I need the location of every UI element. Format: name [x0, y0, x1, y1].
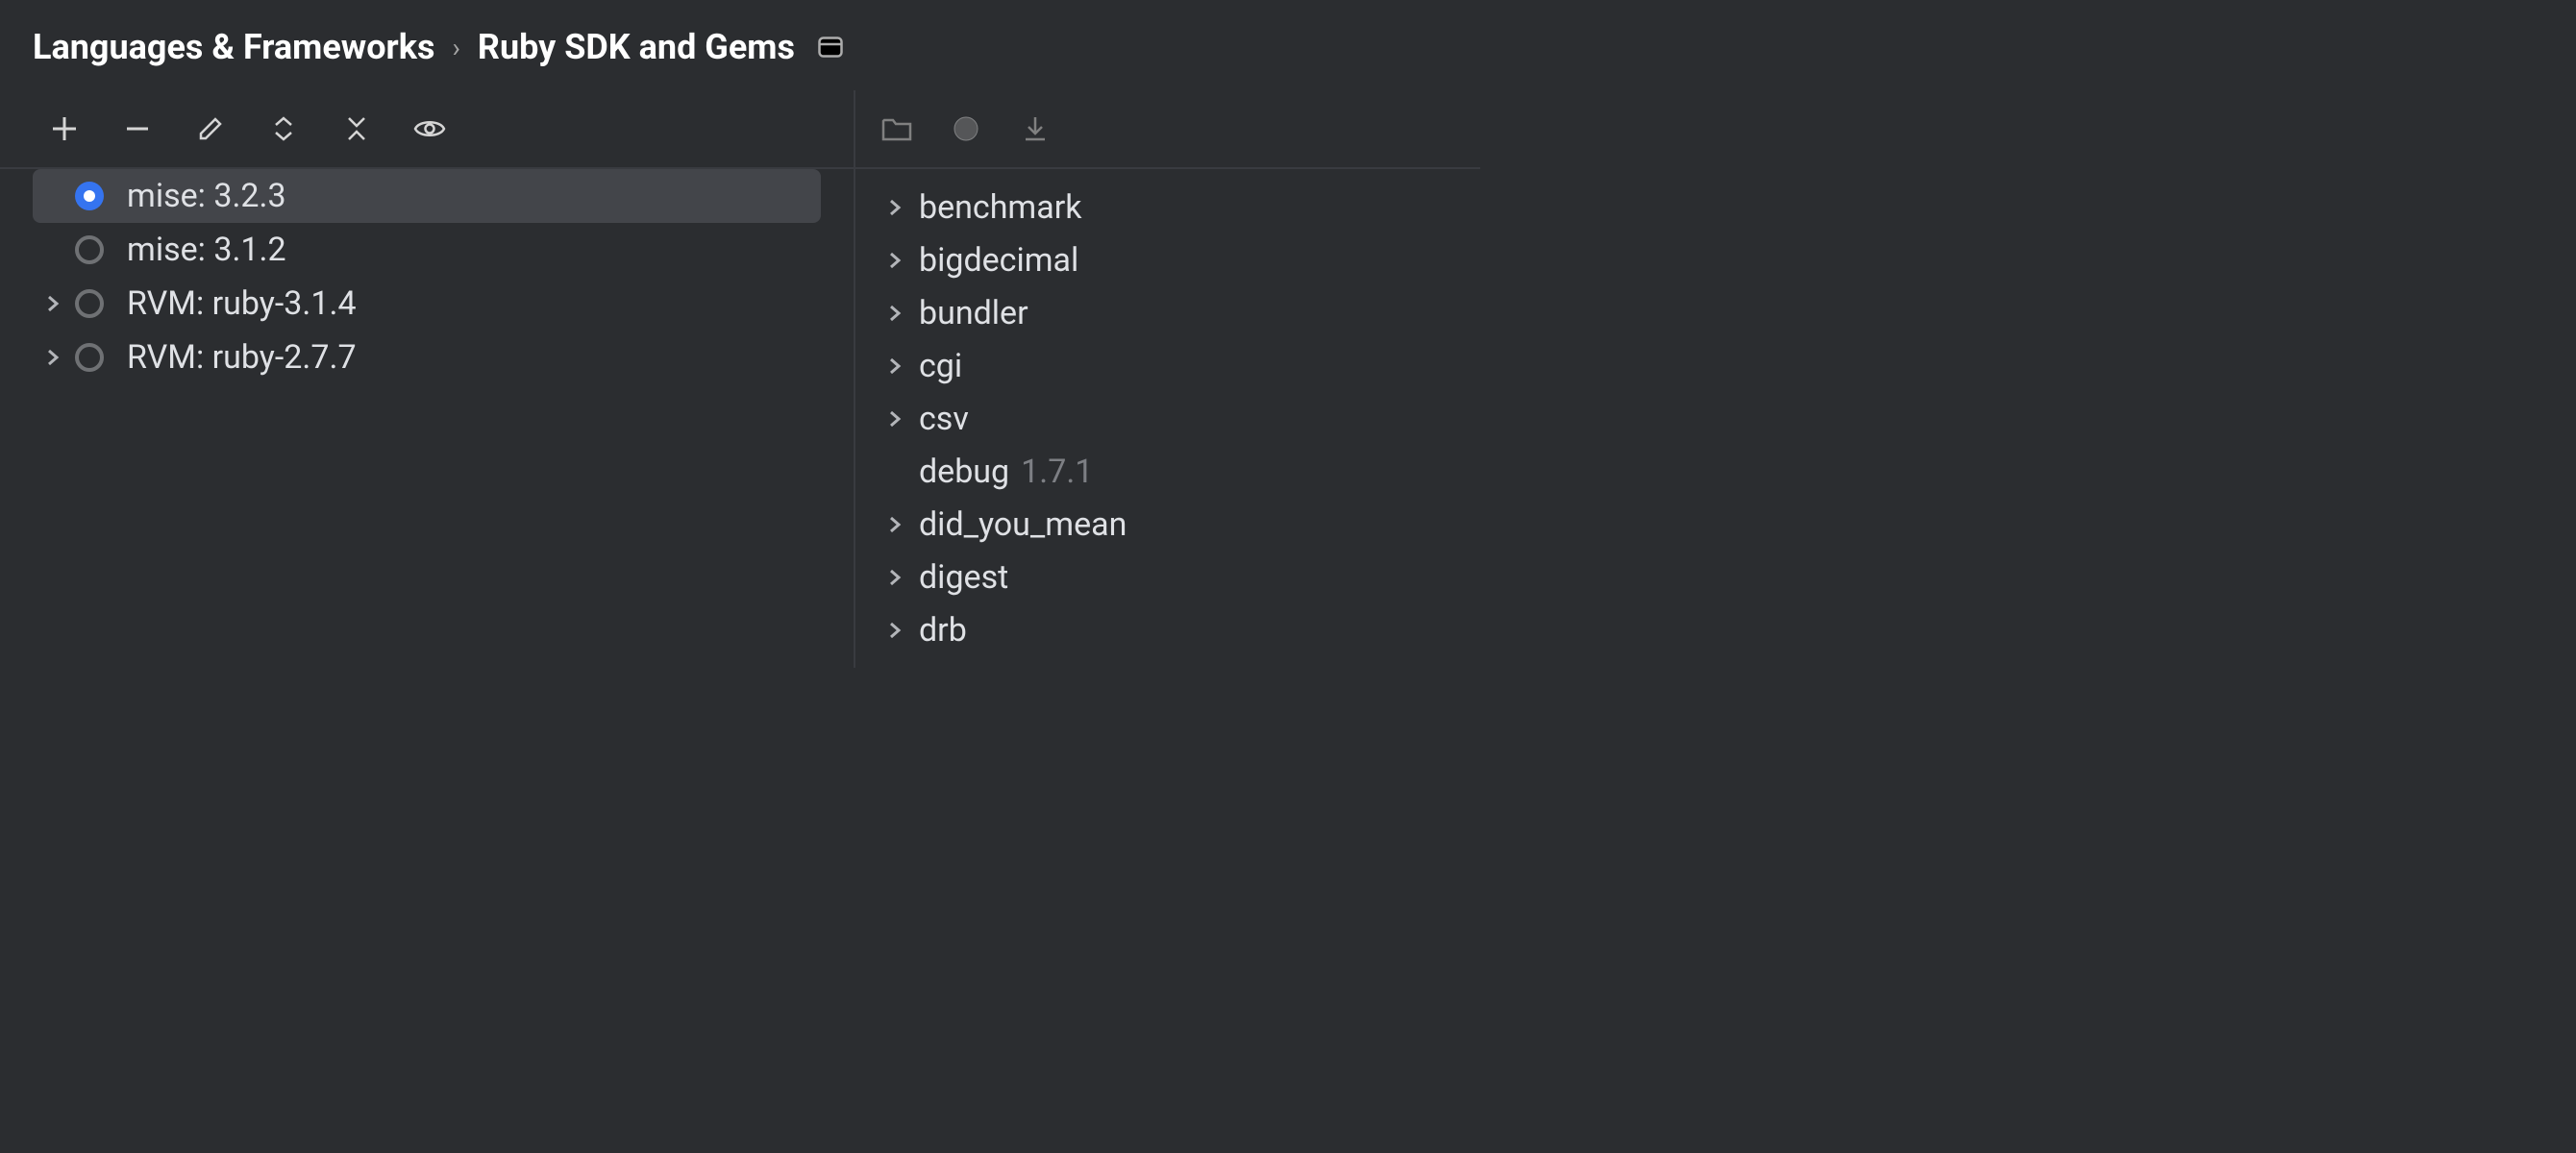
chevron-right-icon[interactable] [880, 252, 909, 269]
folder-icon[interactable] [879, 110, 915, 147]
gem-item-debug[interactable]: debug 1.7.1 [880, 445, 1480, 498]
chevron-right-icon: › [452, 32, 459, 63]
chevron-right-icon[interactable] [880, 305, 909, 322]
chevron-right-icon[interactable] [880, 569, 909, 586]
radio-unselected[interactable] [75, 289, 104, 318]
plus-icon[interactable] [46, 110, 83, 147]
gem-label: digest [919, 558, 1008, 597]
chevron-right-icon[interactable] [880, 357, 909, 375]
gem-item-csv[interactable]: csv [880, 392, 1480, 445]
gem-label: drb [919, 611, 967, 650]
gem-version: 1.7.1 [1021, 453, 1093, 491]
sdk-item-rvm-2-7-7[interactable]: RVM: ruby-2.7.7 [33, 331, 821, 384]
sdk-label: mise: 3.1.2 [127, 231, 286, 269]
chevron-right-icon[interactable] [38, 349, 67, 366]
sdk-label: mise: 3.2.3 [127, 177, 286, 215]
gem-label: cgi [919, 347, 962, 385]
radio-selected[interactable] [75, 182, 104, 210]
sdk-label: RVM: ruby-2.7.7 [127, 338, 357, 377]
breadcrumb-current: Ruby SDK and Gems [478, 27, 795, 67]
sdk-list: mise: 3.2.3 mise: 3.1.2 RVM: ruby-3.1.4 [0, 167, 854, 384]
sdk-item-rvm-3-1-4[interactable]: RVM: ruby-3.1.4 [33, 277, 821, 331]
chevron-right-icon[interactable] [880, 622, 909, 639]
sdk-label: RVM: ruby-3.1.4 [127, 284, 357, 323]
gem-item-did-you-mean[interactable]: did_you_mean [880, 498, 1480, 551]
breadcrumb-parent[interactable]: Languages & Frameworks [33, 27, 434, 67]
gem-list: benchmark bigdecimal bundler cgi csv [855, 167, 1480, 668]
circle-icon[interactable] [948, 110, 984, 147]
window-icon[interactable] [818, 37, 843, 58]
sdk-item-mise-3-1-2[interactable]: mise: 3.1.2 [33, 223, 821, 277]
collapse-vertical-icon[interactable] [338, 110, 375, 147]
minus-icon[interactable] [119, 110, 156, 147]
gems-pane: benchmark bigdecimal bundler cgi csv [855, 90, 1480, 668]
gem-item-drb[interactable]: drb [880, 603, 1480, 656]
sdk-toolbar [0, 90, 854, 167]
gem-label: bundler [919, 294, 1028, 332]
gem-item-benchmark[interactable]: benchmark [880, 181, 1480, 233]
expand-vertical-icon[interactable] [265, 110, 302, 147]
gem-item-bigdecimal[interactable]: bigdecimal [880, 233, 1480, 286]
gems-toolbar [855, 90, 1480, 167]
gem-item-cgi[interactable]: cgi [880, 339, 1480, 392]
radio-unselected[interactable] [75, 343, 104, 372]
chevron-right-icon[interactable] [880, 516, 909, 533]
sdk-pane: mise: 3.2.3 mise: 3.1.2 RVM: ruby-3.1.4 [0, 90, 855, 668]
gem-label: debug [919, 453, 1009, 491]
download-icon[interactable] [1017, 110, 1053, 147]
gem-label: csv [919, 400, 969, 438]
radio-unselected[interactable] [75, 235, 104, 264]
chevron-right-icon[interactable] [38, 295, 67, 312]
gem-label: did_you_mean [919, 505, 1127, 544]
eye-icon[interactable] [411, 110, 448, 147]
sdk-item-mise-3-2-3[interactable]: mise: 3.2.3 [33, 169, 821, 223]
gem-item-digest[interactable]: digest [880, 551, 1480, 603]
pencil-icon[interactable] [192, 110, 229, 147]
breadcrumb: Languages & Frameworks › Ruby SDK and Ge… [0, 0, 1480, 90]
gem-label: bigdecimal [919, 241, 1078, 280]
chevron-right-icon[interactable] [880, 199, 909, 216]
gem-label: benchmark [919, 188, 1082, 227]
chevron-right-icon[interactable] [880, 410, 909, 428]
gem-item-bundler[interactable]: bundler [880, 286, 1480, 339]
